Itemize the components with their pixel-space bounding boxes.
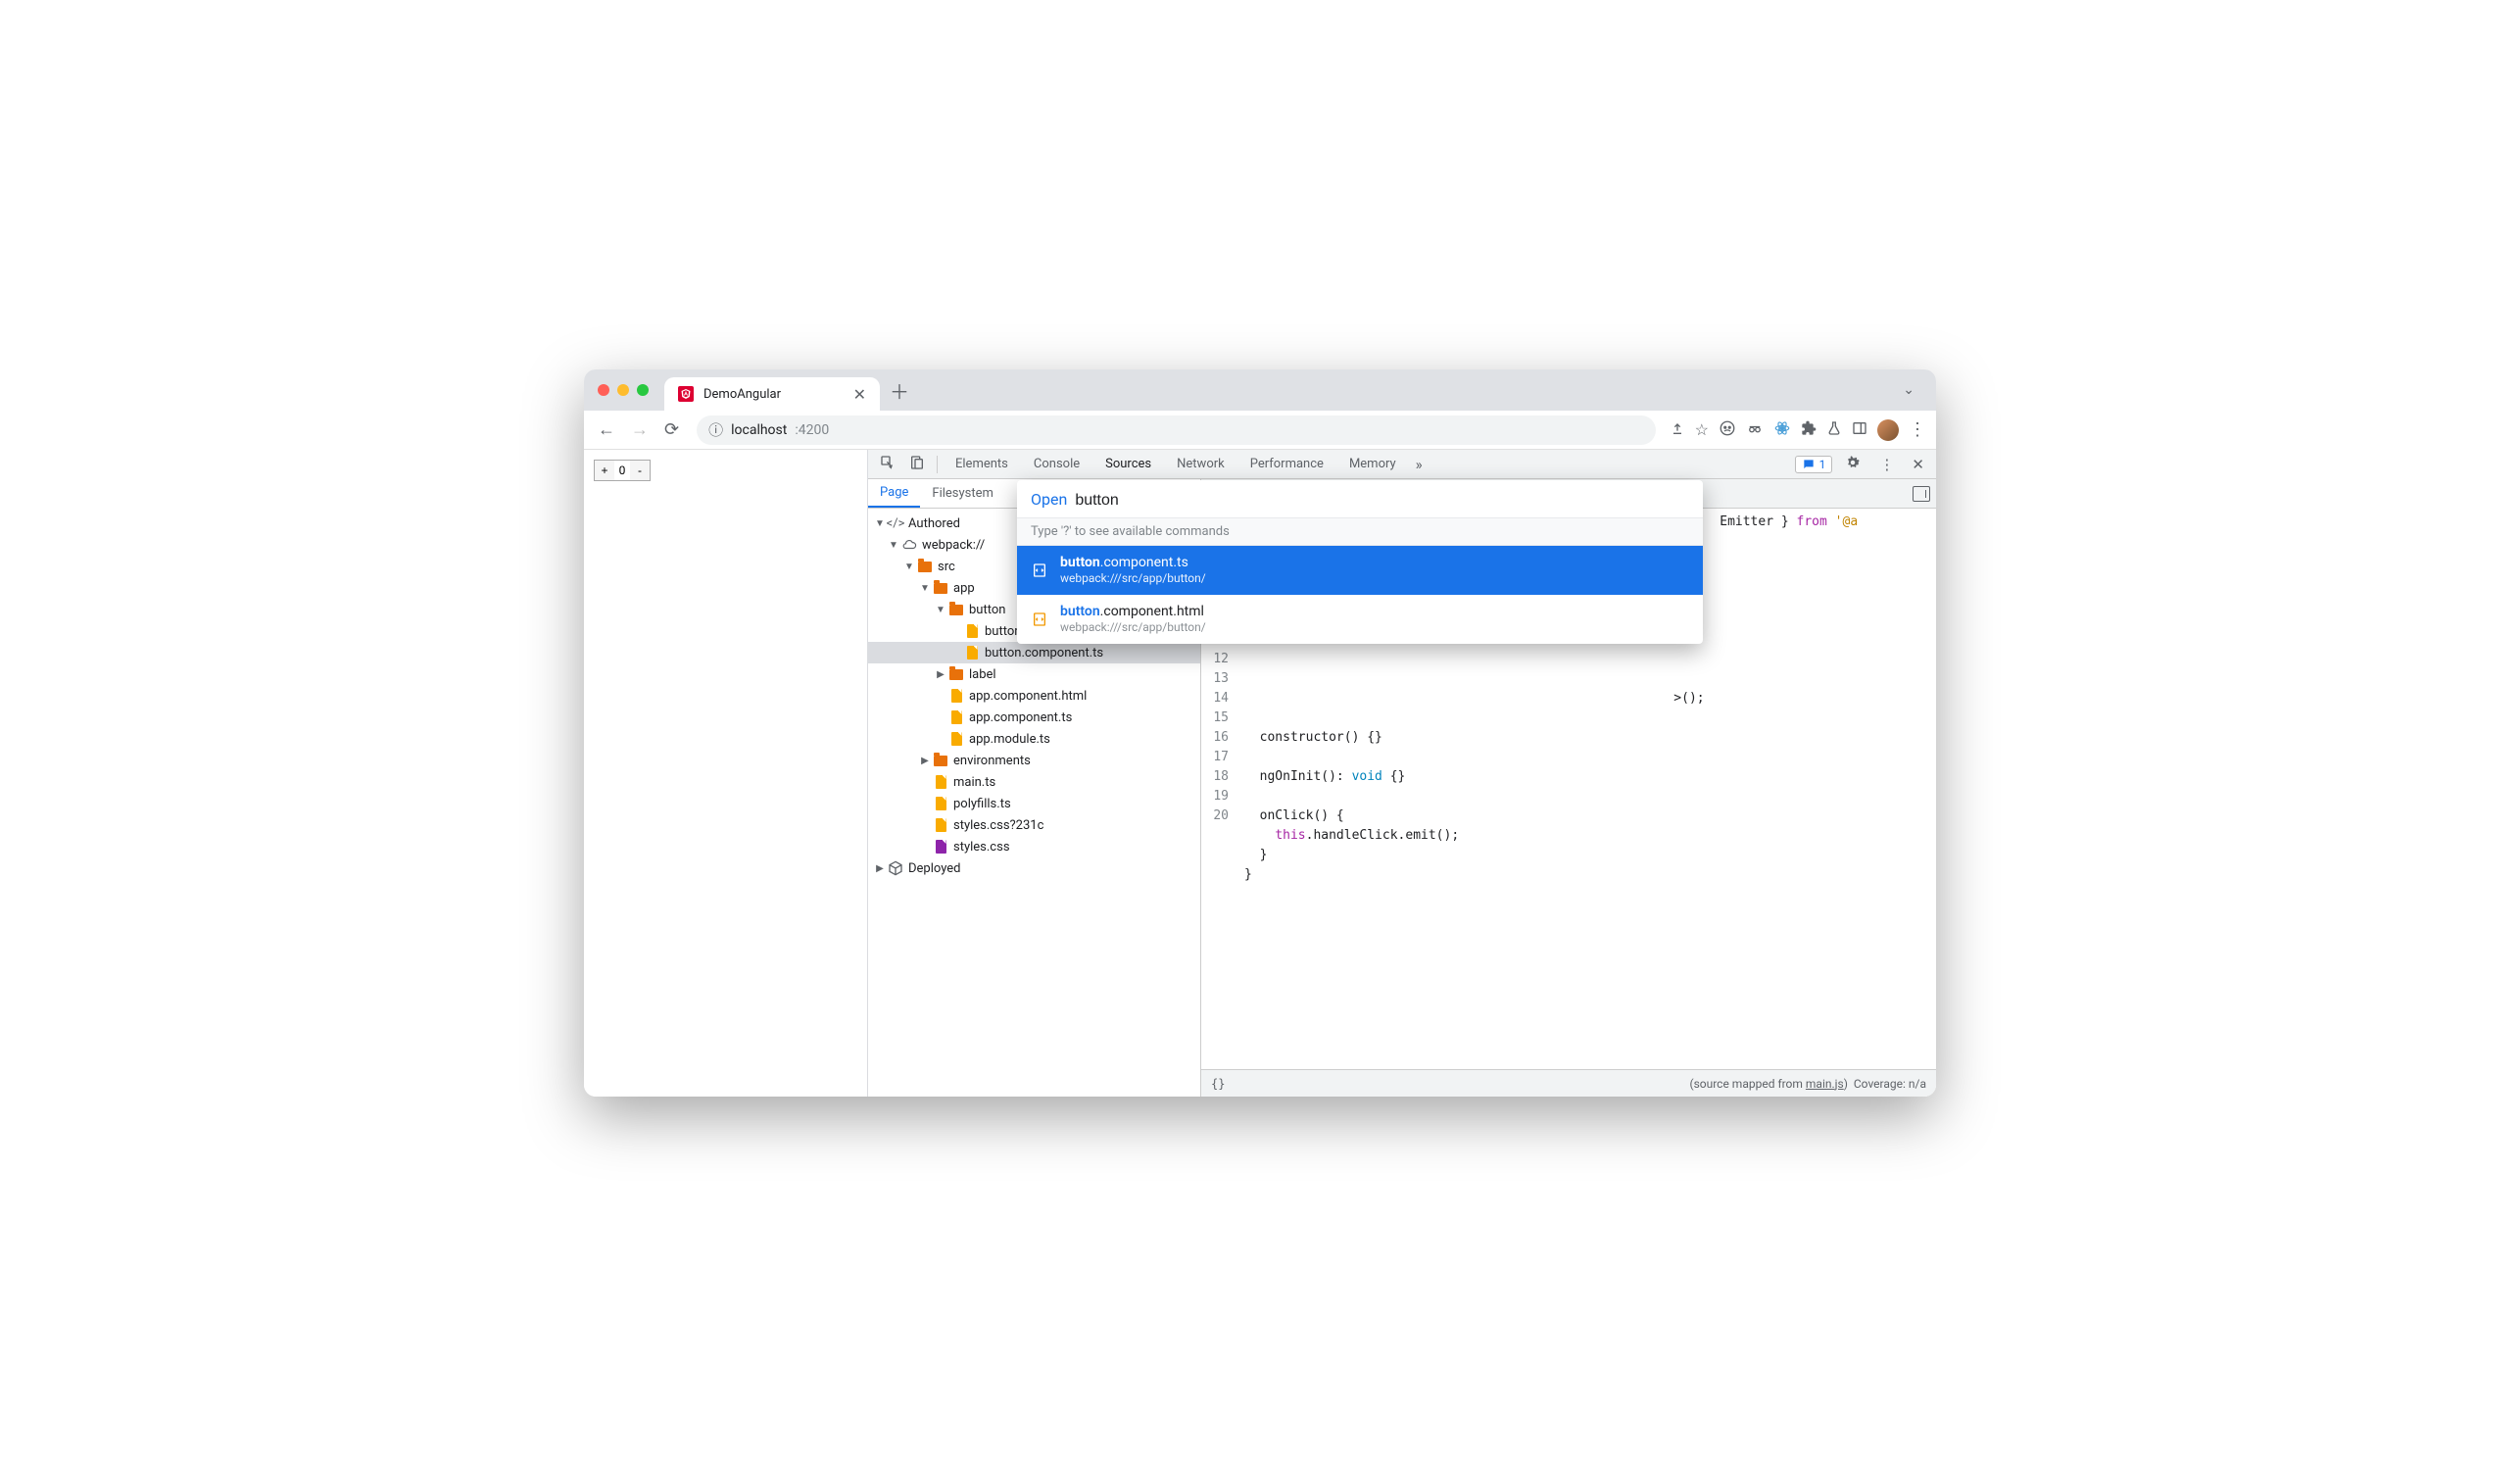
settings-icon[interactable] — [1838, 454, 1867, 475]
open-input[interactable] — [1075, 492, 1689, 510]
tree-deployed[interactable]: ▶Deployed — [868, 857, 1200, 879]
open-result-2[interactable]: button.component.html webpack:///src/app… — [1017, 595, 1703, 644]
increment-button[interactable]: + — [595, 461, 614, 480]
toggle-sidebar-icon[interactable] — [1913, 486, 1930, 502]
share-icon[interactable] — [1670, 420, 1685, 440]
close-icon[interactable] — [598, 384, 609, 396]
open-file-dialog: Open Type '?' to see available commands … — [1017, 480, 1703, 644]
open-result-1[interactable]: button.component.ts webpack:///src/app/b… — [1017, 546, 1703, 595]
tab-performance[interactable]: Performance — [1238, 450, 1335, 478]
tree-environments[interactable]: ▶environments — [868, 750, 1200, 771]
tab-console[interactable]: Console — [1022, 450, 1091, 478]
open-label: Open — [1031, 490, 1067, 509]
tree-file-styles[interactable]: styles.css — [868, 836, 1200, 857]
tree-label-folder[interactable]: ▶label — [868, 663, 1200, 685]
browser-toolbar: ← → ⟳ ⓘ localhost :4200 ☆ — [584, 411, 1936, 450]
tree-file-button-ts[interactable]: button.component.ts — [868, 642, 1200, 663]
chevron-down-icon[interactable]: ⌄ — [1895, 378, 1922, 402]
browser-tab[interactable]: DemoAngular ✕ — [664, 377, 880, 411]
open-hint: Type '?' to see available commands — [1017, 517, 1703, 546]
tab-memory[interactable]: Memory — [1337, 450, 1408, 478]
decrement-button[interactable]: - — [630, 461, 650, 480]
close-tab-icon[interactable]: ✕ — [853, 385, 866, 404]
inspect-icon[interactable] — [874, 455, 901, 474]
bookmark-icon[interactable]: ☆ — [1695, 420, 1709, 439]
page-viewport: + 0 - — [584, 450, 868, 1097]
counter-value: 0 — [614, 461, 630, 480]
url-port: :4200 — [795, 422, 829, 438]
menu-icon[interactable]: ⋮ — [1909, 419, 1926, 440]
footer-status: (source mapped from main.js) Coverage: n… — [1689, 1077, 1926, 1091]
tree-file-polyfills[interactable]: polyfills.ts — [868, 793, 1200, 814]
window-controls — [598, 384, 649, 396]
coverage-status: Coverage: n/a — [1854, 1077, 1926, 1091]
close-devtools-icon[interactable]: ✕ — [1906, 456, 1930, 473]
issues-count: 1 — [1819, 458, 1826, 471]
new-tab-button[interactable]: ＋ — [890, 376, 909, 405]
tree-file-app-module[interactable]: app.module.ts — [868, 728, 1200, 750]
pretty-print-icon[interactable]: {} — [1211, 1077, 1225, 1091]
lab-icon[interactable] — [1826, 420, 1842, 440]
counter-control: + 0 - — [594, 460, 651, 481]
tab-elements[interactable]: Elements — [944, 450, 1020, 478]
toolbar-icons: ☆ ⋮ — [1670, 419, 1926, 441]
titlebar: DemoAngular ✕ ＋ ⌄ — [584, 369, 1936, 411]
tab-title: DemoAngular — [703, 387, 844, 402]
url-host: localhost — [731, 422, 787, 438]
content-area: + 0 - Elements Console Sources Network P… — [584, 450, 1936, 1097]
incognito-icon[interactable] — [1719, 419, 1736, 441]
profile-avatar[interactable] — [1877, 419, 1899, 441]
subtab-page[interactable]: Page — [868, 479, 920, 508]
issues-badge[interactable]: 1 — [1795, 456, 1833, 473]
react-ext-icon[interactable] — [1773, 419, 1791, 441]
minimize-icon[interactable] — [617, 384, 629, 396]
reload-button[interactable]: ⟳ — [660, 415, 683, 444]
tab-sources[interactable]: Sources — [1093, 450, 1163, 478]
sidepanel-icon[interactable] — [1852, 420, 1867, 440]
address-bar[interactable]: ⓘ localhost :4200 — [697, 415, 1656, 445]
extensions-icon[interactable] — [1801, 420, 1817, 440]
maximize-icon[interactable] — [637, 384, 649, 396]
more-tabs-icon[interactable]: » — [1410, 456, 1429, 473]
subtab-filesystem[interactable]: Filesystem — [920, 479, 1005, 508]
forward-button[interactable]: → — [627, 415, 653, 444]
tree-file-app-html[interactable]: app.component.html — [868, 685, 1200, 707]
angular-icon — [678, 386, 694, 402]
devtools-panel: Elements Console Sources Network Perform… — [868, 450, 1936, 1097]
site-info-icon[interactable]: ⓘ — [708, 419, 723, 440]
incognito-alt-icon[interactable] — [1746, 419, 1764, 441]
browser-window: DemoAngular ✕ ＋ ⌄ ← → ⟳ ⓘ localhost :4200… — [584, 369, 1936, 1097]
back-button[interactable]: ← — [594, 415, 619, 444]
tree-file-styles-q[interactable]: styles.css?231c — [868, 814, 1200, 836]
devtools-menu-icon[interactable]: ⋮ — [1873, 456, 1900, 473]
open-header: Open — [1017, 480, 1703, 517]
tab-network[interactable]: Network — [1165, 450, 1236, 478]
tree-file-app-ts[interactable]: app.component.ts — [868, 707, 1200, 728]
editor-footer: {} (source mapped from main.js) Coverage… — [1201, 1069, 1936, 1097]
devtools-tabs: Elements Console Sources Network Perform… — [868, 450, 1936, 479]
device-toggle-icon[interactable] — [903, 455, 931, 474]
source-map-link[interactable]: main.js — [1806, 1077, 1844, 1091]
tree-file-main[interactable]: main.ts — [868, 771, 1200, 793]
